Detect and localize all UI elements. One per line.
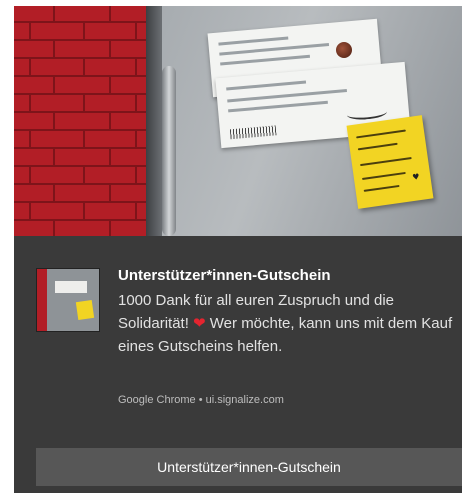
magnet <box>336 42 352 58</box>
heart-icon: ❤ <box>193 314 206 332</box>
fridge-handle <box>162 66 176 236</box>
sticky-heart-icon: ♥ <box>411 172 421 182</box>
notification-attribution: Google Chrome • ui.signalize.com <box>118 394 284 406</box>
brick-wall <box>14 6 146 236</box>
voucher-action-button[interactable]: Unterstützer*innen-Gutschein <box>36 448 462 486</box>
brick-pattern <box>14 6 146 236</box>
action-button-label: Unterstützer*innen-Gutschein <box>157 459 341 475</box>
notification-body: 1000 Dank für all euren Zuspruch und die… <box>118 289 458 358</box>
hero-image: ♥ <box>14 6 462 236</box>
signature-mark <box>346 105 388 122</box>
sticky-note: ♥ <box>346 115 434 209</box>
app-logo <box>36 268 100 332</box>
barcode <box>229 125 277 140</box>
fridge-edge <box>146 6 162 236</box>
notification-toast[interactable]: ♥ Unterstützer*innen-Gutschein 1000 Dank… <box>14 6 462 493</box>
notification-title: Unterstützer*innen-Gutschein <box>118 267 331 284</box>
